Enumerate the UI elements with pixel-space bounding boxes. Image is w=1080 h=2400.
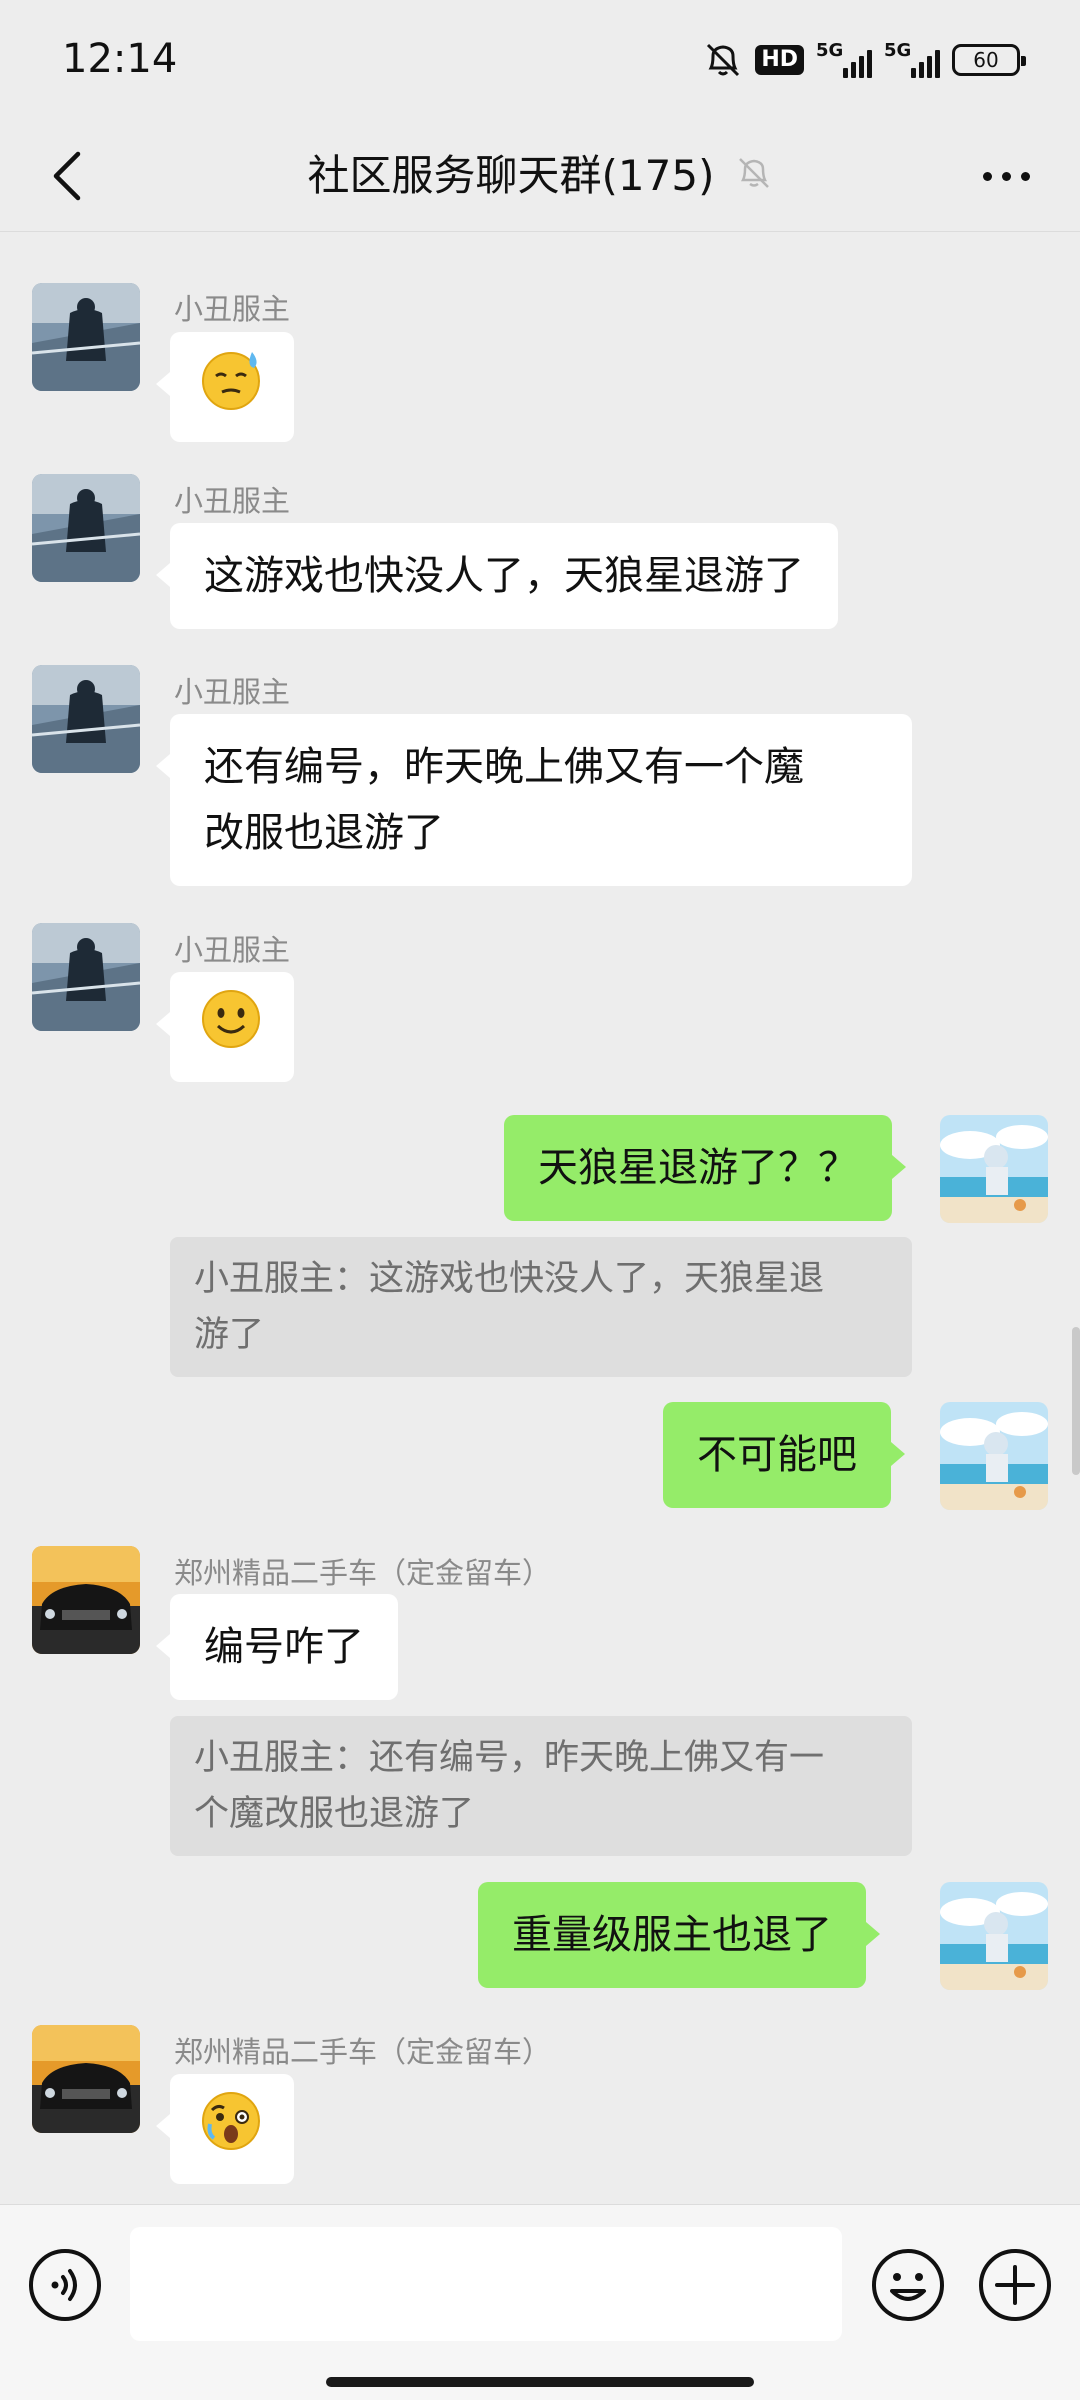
- sender-name: 郑州精品二手车（定金留车）: [174, 1556, 552, 1590]
- message-bubble-self[interactable]: 重量级服主也退了: [478, 1882, 880, 1988]
- sender-name: 小丑服主: [174, 675, 291, 709]
- mute-bell-icon: [739, 157, 770, 188]
- quote-text-line: 游了: [194, 1315, 265, 1355]
- chat-title: 社区服务聊天群(175): [307, 151, 715, 200]
- smile-emoji-icon: [202, 990, 260, 1048]
- sender-name: 小丑服主: [174, 292, 291, 326]
- sweat-smile-emoji-icon: [202, 352, 260, 410]
- voice-icon: [29, 2249, 101, 2321]
- message-bubble[interactable]: 编号咋了: [156, 1594, 398, 1700]
- status-bar: 12:14 HD 5G 5G 60: [0, 0, 1080, 120]
- signal-5g-icon: 5G: [816, 40, 872, 80]
- avatar-xiaochou[interactable]: [32, 474, 140, 582]
- message-bubble-self[interactable]: 天狼星退游了？？: [504, 1115, 906, 1221]
- message-input[interactable]: [130, 2227, 842, 2341]
- quote-text-line: 小丑服主：还有编号，昨天晚上佛又有一: [194, 1738, 825, 1778]
- avatar-xiaochou[interactable]: [32, 665, 140, 773]
- avatar-self[interactable]: [940, 1402, 1048, 1510]
- avatar-xiaochou[interactable]: [32, 923, 140, 1031]
- message-text-line: 改服也退游了: [204, 810, 444, 856]
- emoji-face-icon: [872, 2249, 944, 2321]
- avatar-zhengzhou-car[interactable]: [32, 2025, 140, 2133]
- sender-name: 小丑服主: [174, 484, 291, 518]
- message-text-line: 还有编号，昨天晚上佛又有一个魔: [204, 744, 804, 790]
- more-functions-button[interactable]: [977, 2247, 1053, 2323]
- quoted-message[interactable]: 小丑服主：还有编号，昨天晚上佛又有一 个魔改服也退游了: [170, 1716, 912, 1856]
- status-time: 12:14: [62, 36, 178, 82]
- message-bubble[interactable]: [156, 972, 294, 1082]
- quote-text-line: 个魔改服也退游了: [194, 1794, 475, 1834]
- emoji-button[interactable]: [870, 2247, 946, 2323]
- message-bubble[interactable]: 这游戏也快没人了，天狼星退游了: [156, 523, 838, 629]
- scrollbar-thumb[interactable]: [1072, 1327, 1080, 1475]
- quote-text-line: 小丑服主：这游戏也快没人了，天狼星退: [194, 1259, 825, 1299]
- avatar-self[interactable]: [940, 1115, 1048, 1223]
- message-bubble[interactable]: [156, 332, 294, 442]
- chat-header: 社区服务聊天群(175): [0, 120, 1080, 232]
- message-bubble-self[interactable]: 不可能吧: [663, 1402, 905, 1508]
- message-bubble[interactable]: 还有编号，昨天晚上佛又有一个魔 改服也退游了: [156, 714, 912, 886]
- input-bar: [0, 2204, 1080, 2400]
- more-dot: [982, 171, 992, 181]
- title-group: 社区服务聊天群(175): [0, 142, 1080, 203]
- more-dot: [1001, 171, 1011, 181]
- signal-5g-icon: 5G: [884, 40, 940, 80]
- chat-message-list[interactable]: 小丑服主 小丑服主 这游戏也快没人了，天狼星退游了 小丑服主 还有编号，昨天晚上…: [0, 232, 1080, 2204]
- message-bubble[interactable]: [156, 2074, 294, 2184]
- battery-icon: 60: [952, 44, 1026, 76]
- home-indicator[interactable]: [326, 2377, 754, 2387]
- sender-name: 郑州精品二手车（定金留车）: [174, 2035, 552, 2069]
- avatar-xiaochou[interactable]: [32, 283, 140, 391]
- hd-badge: HD: [755, 45, 804, 75]
- status-icons: HD 5G 5G 60: [703, 40, 1026, 80]
- scared-emoji-icon: [202, 2092, 260, 2150]
- plus-icon: [979, 2249, 1051, 2321]
- more-dot: [1020, 171, 1030, 181]
- mute-bell-icon: [703, 40, 743, 80]
- sender-name: 小丑服主: [174, 933, 291, 967]
- voice-input-button[interactable]: [27, 2247, 103, 2323]
- avatar-self[interactable]: [940, 1882, 1048, 1990]
- quoted-message[interactable]: 小丑服主：这游戏也快没人了，天狼星退 游了: [170, 1237, 912, 1377]
- more-options-button[interactable]: [968, 144, 1044, 208]
- avatar-zhengzhou-car[interactable]: [32, 1546, 140, 1654]
